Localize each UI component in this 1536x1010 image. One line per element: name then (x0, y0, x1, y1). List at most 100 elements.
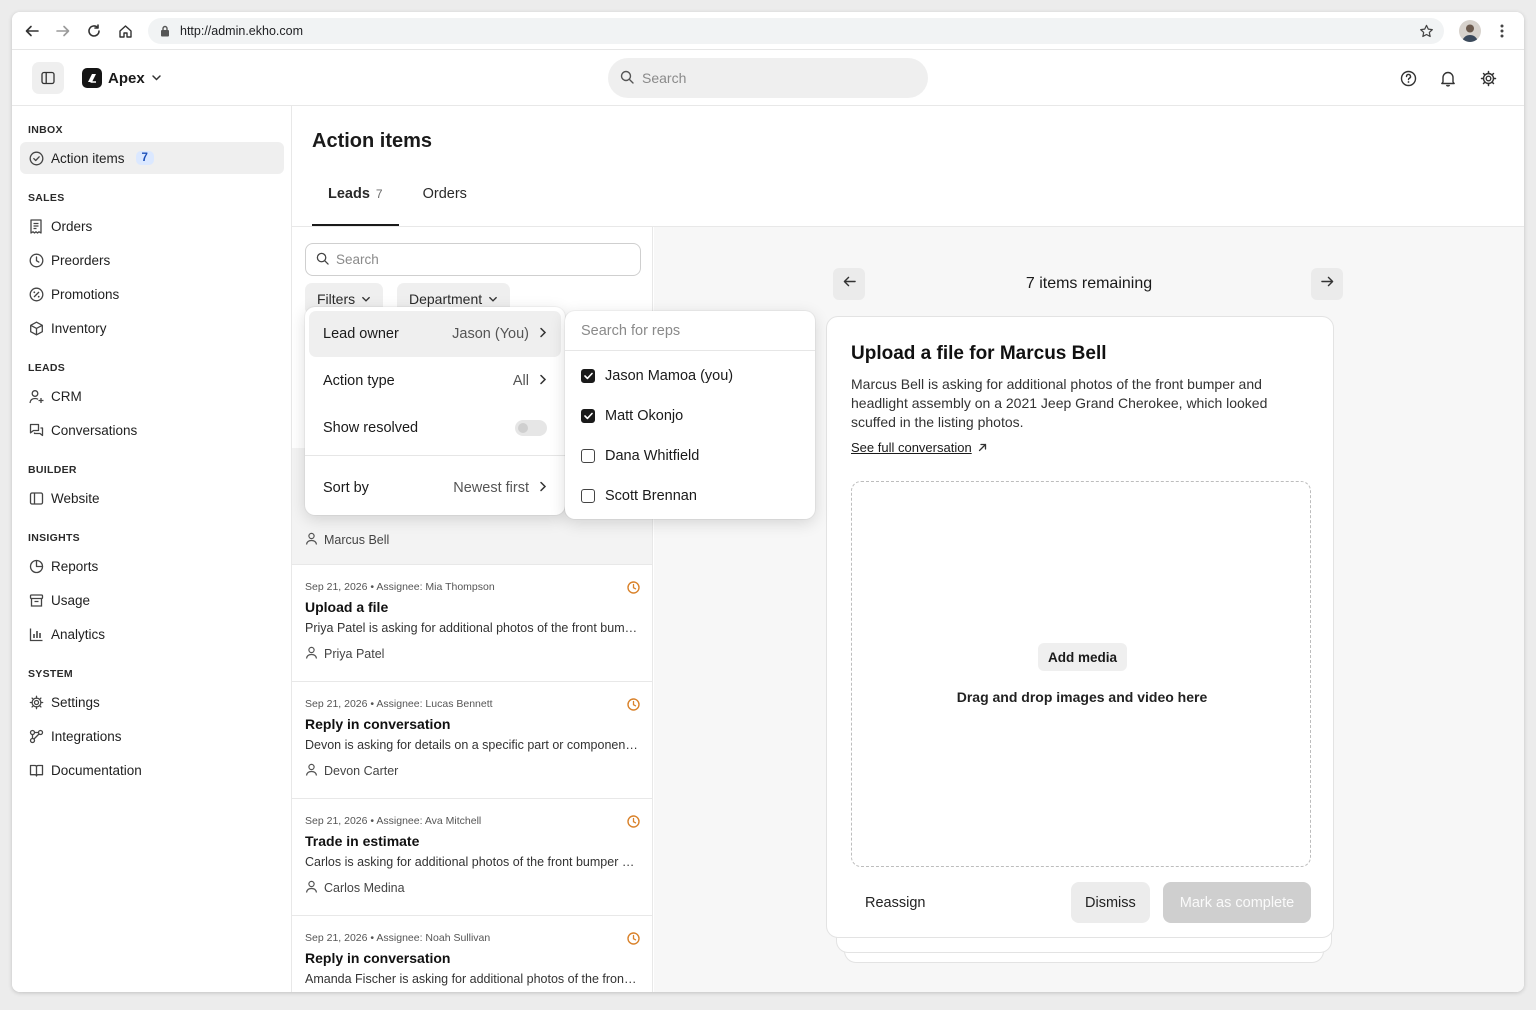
bell-icon[interactable] (1438, 68, 1458, 88)
search-icon (316, 252, 329, 268)
rep-option[interactable]: Matt Okonjo (581, 408, 683, 424)
sidebar-item-label: Usage (51, 592, 91, 608)
filters-label: Filters (317, 291, 356, 307)
workspace-name: Apex (108, 69, 145, 87)
lead-person: Priya Patel (305, 646, 384, 662)
filter-label: Lead owner (323, 326, 399, 342)
tab-leads[interactable]: Leads 7 (312, 184, 399, 226)
tab-count: 7 (375, 187, 383, 201)
count-badge: 7 (135, 151, 154, 165)
layout-icon (28, 490, 44, 506)
section-label-builder: BUILDER (28, 464, 77, 476)
chevron-right-icon (539, 373, 547, 389)
filter-sort-by[interactable]: Sort by Newest first (309, 465, 561, 511)
tab-orders[interactable]: Orders (407, 184, 483, 226)
page-title: Action items (312, 130, 433, 152)
sidebar-item-analytics[interactable]: Analytics (20, 618, 284, 650)
tag-icon (28, 286, 44, 302)
profile-avatar[interactable] (1459, 20, 1481, 42)
item-title: Reply in conversation (305, 950, 451, 966)
rep-option[interactable]: Jason Mamoa (you) (581, 368, 733, 384)
list-item[interactable]: Sep 21, 2026 • Assignee: Ava Mitchell Tr… (292, 799, 652, 916)
rep-search-input[interactable]: Search for reps (565, 311, 815, 351)
next-item-button[interactable] (1311, 268, 1343, 300)
forward-icon[interactable] (52, 20, 74, 42)
sidebar-item-website[interactable]: Website (20, 482, 284, 514)
sidebar-item-crm[interactable]: CRM (20, 380, 284, 412)
sidebar-item-reports[interactable]: Reports (20, 550, 284, 582)
filter-value: All (512, 373, 529, 389)
item-title: Upload a file (305, 599, 389, 615)
rep-search-placeholder: Search for reps (581, 322, 681, 339)
person-icon (305, 763, 318, 779)
person-icon (305, 646, 318, 662)
list-item[interactable]: Sep 21, 2026 • Assignee: Mia Thompson Up… (292, 565, 652, 682)
filter-lead-owner[interactable]: Lead owner Jason (You) (309, 311, 561, 357)
sidebar-item-preorders[interactable]: Preorders (20, 244, 284, 276)
back-icon[interactable] (21, 20, 43, 42)
checkbox-checked-icon[interactable] (581, 369, 595, 383)
list-item[interactable]: Sep 21, 2026 • Assignee: Noah Sullivan R… (292, 916, 652, 992)
workspace-switcher[interactable]: Apex (82, 68, 162, 88)
section-label-system: SYSTEM (28, 668, 73, 680)
browser-menu-icon[interactable] (1491, 20, 1513, 42)
sidebar-item-inventory[interactable]: Inventory (20, 312, 284, 344)
media-dropzone[interactable]: Add media Drag and drop images and video… (851, 481, 1311, 867)
list-search-placeholder: Search (336, 252, 379, 267)
check-circle-icon (28, 150, 44, 166)
checkbox-checked-icon[interactable] (581, 409, 595, 423)
mark-complete-button[interactable]: Mark as complete (1163, 882, 1311, 923)
filter-show-resolved: Show resolved (309, 405, 561, 451)
reassign-button[interactable]: Reassign (865, 895, 925, 911)
checkbox-unchecked-icon[interactable] (581, 489, 595, 503)
home-icon[interactable] (114, 20, 136, 42)
dismiss-button[interactable]: Dismiss (1071, 882, 1150, 923)
gear-icon[interactable] (1478, 68, 1498, 88)
help-icon[interactable] (1398, 68, 1418, 88)
show-resolved-toggle[interactable] (515, 420, 547, 436)
sidebar-item-documentation[interactable]: Documentation (20, 754, 284, 786)
integrations-icon (28, 728, 44, 744)
pending-clock-icon (627, 698, 640, 716)
sidebar-item-settings[interactable]: Settings (20, 686, 284, 718)
checkbox-unchecked-icon[interactable] (581, 449, 595, 463)
filter-label: Show resolved (323, 420, 419, 436)
section-label-sales: SALES (28, 192, 65, 204)
chevron-right-icon (539, 326, 547, 342)
lead-person: Marcus Bell (305, 532, 389, 548)
rep-name: Dana Whitfield (605, 448, 700, 464)
sidebar-item-action-items[interactable]: Action items 7 (20, 142, 284, 174)
rep-name: Scott Brennan (605, 488, 697, 504)
sidebar-item-usage[interactable]: Usage (20, 584, 284, 616)
filter-action-type[interactable]: Action type All (309, 358, 561, 404)
reload-icon[interactable] (83, 20, 105, 42)
list-item[interactable]: Sep 21, 2026 • Assignee: Lucas Bennett R… (292, 682, 652, 799)
rep-option[interactable]: Scott Brennan (581, 488, 697, 504)
person-name: Marcus Bell (324, 533, 390, 547)
sidebar-item-label: Action items (51, 150, 125, 166)
bookmark-star-icon[interactable] (1415, 20, 1437, 42)
see-full-conversation-link[interactable]: See full conversation (851, 440, 987, 455)
global-search-input[interactable]: Search (608, 58, 928, 98)
search-icon (620, 70, 634, 87)
bar-chart-icon (28, 626, 44, 642)
sidebar-item-orders[interactable]: Orders (20, 210, 284, 242)
rep-name: Matt Okonjo (605, 408, 684, 424)
filter-label: Action type (323, 373, 395, 389)
browser-toolbar: http://admin.ekho.com (12, 12, 1524, 50)
add-media-button[interactable]: Add media (1038, 643, 1128, 671)
gear-icon (28, 694, 44, 710)
item-meta: Sep 21, 2026 • Assignee: Ava Mitchell (305, 815, 482, 827)
external-arrow-icon (978, 440, 987, 455)
chevron-down-icon (151, 70, 162, 87)
rep-option[interactable]: Dana Whitfield (581, 448, 699, 464)
address-bar[interactable]: http://admin.ekho.com (148, 18, 1444, 44)
list-search-input[interactable]: Search (305, 243, 641, 276)
sidebar-item-conversations[interactable]: Conversations (20, 414, 284, 446)
sidebar-item-promotions[interactable]: Promotions (20, 278, 284, 310)
app-header: Apex Search (12, 50, 1524, 106)
pie-chart-icon (28, 558, 44, 574)
card-body: Marcus Bell is asking for additional pho… (851, 376, 1268, 430)
sidebar-toggle-icon[interactable] (32, 62, 64, 94)
sidebar-item-integrations[interactable]: Integrations (20, 720, 284, 752)
